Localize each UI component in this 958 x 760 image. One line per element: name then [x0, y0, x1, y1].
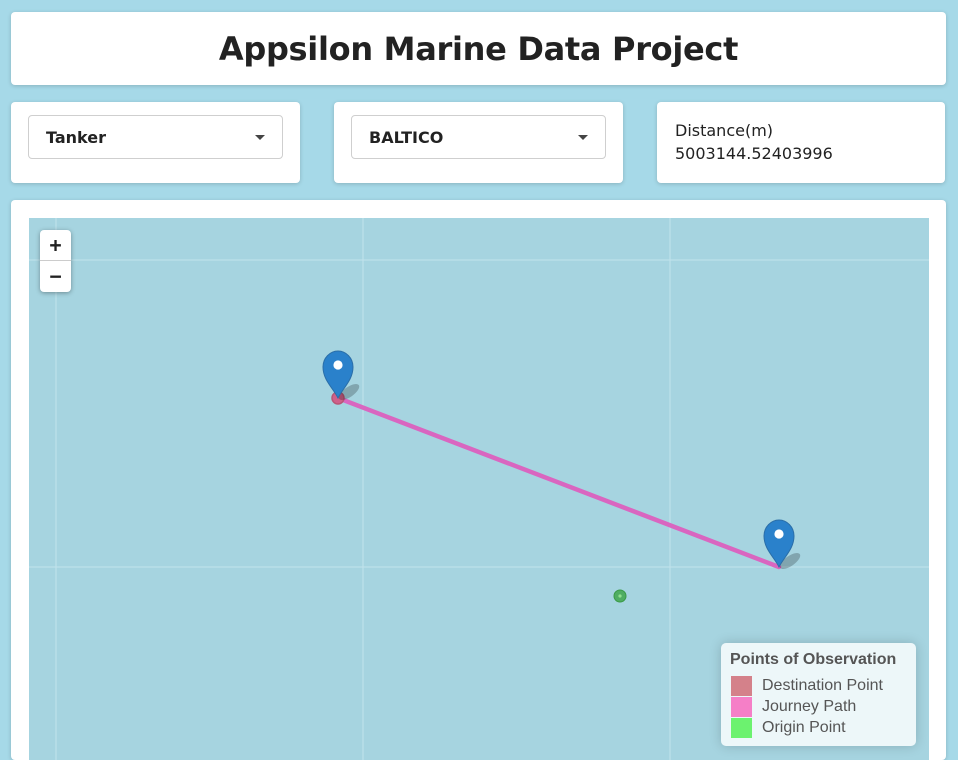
zoom-in-button[interactable]: +	[40, 230, 71, 261]
vessel-name-select[interactable]: BALTICO	[351, 115, 606, 159]
vessel-name-value: BALTICO	[369, 128, 444, 147]
legend-label: Origin Point	[762, 719, 846, 736]
legend-label: Journey Path	[762, 698, 857, 715]
legend-swatch	[731, 697, 752, 717]
map-pin-icon[interactable]	[322, 350, 362, 403]
distance-label: Distance(m)	[675, 121, 774, 140]
map-card: + − Points of Observation Destination Po…	[11, 200, 946, 760]
chevron-down-icon	[578, 135, 588, 140]
legend-label: Destination Point	[762, 677, 883, 694]
legend-item-origin: Origin Point	[731, 718, 846, 738]
vessel-type-value: Tanker	[46, 128, 106, 147]
origin-point-center	[618, 594, 622, 598]
page-title: Appsilon Marine Data Project	[218, 29, 739, 68]
legend-title: Points of Observation	[730, 651, 897, 668]
vessel-type-card: Tanker	[11, 102, 300, 183]
chevron-down-icon	[255, 135, 265, 140]
journey-path-line[interactable]	[335, 395, 782, 570]
distance-card: Distance(m) 5003144.52403996	[657, 102, 945, 183]
legend-item-destination: Destination Point	[731, 676, 883, 696]
map-canvas[interactable]: + − Points of Observation Destination Po…	[29, 218, 929, 760]
legend-swatch	[731, 676, 752, 696]
vessel-type-select[interactable]: Tanker	[28, 115, 283, 159]
legend-swatch	[731, 718, 752, 738]
zoom-out-button[interactable]: −	[40, 261, 71, 291]
zoom-control: + −	[40, 230, 71, 292]
title-card: Appsilon Marine Data Project	[11, 12, 946, 85]
map-legend: Points of Observation Destination Point …	[721, 643, 916, 746]
vessel-name-card: BALTICO	[334, 102, 623, 183]
distance-value: 5003144.52403996	[675, 144, 833, 163]
legend-item-journey: Journey Path	[731, 697, 856, 717]
